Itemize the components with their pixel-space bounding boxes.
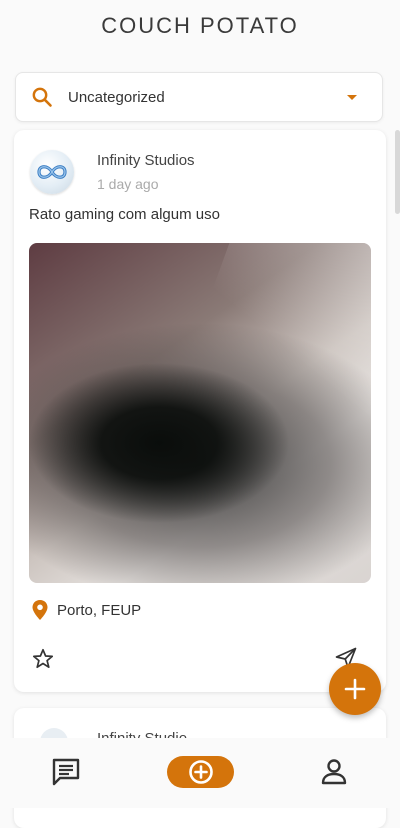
avatar[interactable] [30, 150, 74, 194]
infinity-logo-icon [37, 165, 67, 179]
image-highlight [156, 243, 371, 546]
category-value: Uncategorized [68, 88, 165, 106]
post-time: 1 day ago [97, 176, 159, 192]
location-pin-icon [32, 600, 48, 620]
add-circle-icon [188, 760, 213, 784]
plus-icon [344, 678, 366, 700]
post-text: Rato gaming com algum uso [29, 206, 220, 223]
person-icon[interactable] [318, 756, 350, 788]
post-location: Porto, FEUP [31, 599, 141, 621]
location-label: Porto, FEUP [57, 601, 142, 619]
post-card[interactable]: Infinity Studios 1 day ago Rato gaming c… [14, 130, 386, 692]
search-icon [32, 87, 52, 107]
bottom-navigation [0, 738, 400, 808]
star-outline-icon[interactable] [31, 647, 55, 671]
category-search-dropdown[interactable]: Uncategorized [15, 72, 383, 122]
app-title: COUCH POTATO [101, 13, 299, 38]
post-author[interactable]: Infinity Studios [97, 152, 195, 169]
post-image[interactable] [29, 243, 371, 583]
caret-down-icon[interactable] [340, 85, 364, 109]
chat-icon[interactable] [50, 756, 82, 788]
scrollbar[interactable] [395, 130, 400, 214]
nav-add-button[interactable] [167, 756, 234, 788]
add-post-fab[interactable] [329, 663, 381, 715]
